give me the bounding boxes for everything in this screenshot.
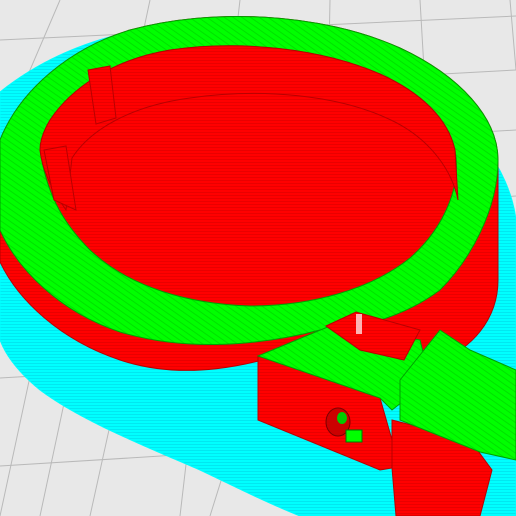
slot-marker bbox=[356, 314, 362, 334]
layer-view-canvas[interactable] bbox=[0, 0, 516, 516]
slicer-viewport[interactable] bbox=[0, 0, 516, 516]
